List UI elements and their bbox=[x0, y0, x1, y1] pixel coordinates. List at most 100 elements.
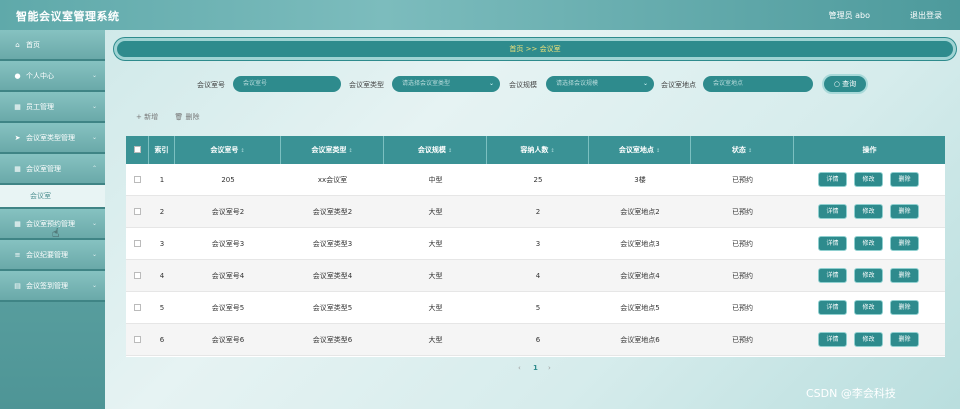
search-button[interactable]: ○ 查询 bbox=[822, 74, 868, 94]
details-button[interactable]: 详情 bbox=[818, 236, 847, 251]
edit-button[interactable]: 修改 bbox=[854, 332, 883, 347]
search-icon: ○ bbox=[833, 80, 840, 88]
table-row: 4 会议室号4 会议室类型4 大型 4 会议室地点4 已预约 详情 修改 删除 bbox=[126, 260, 945, 292]
table-cell: 会议室类型3 bbox=[312, 240, 353, 248]
next-page-button[interactable]: › bbox=[548, 364, 551, 372]
sidebar-item-minutes[interactable]: ≡ 会议纪要管理 ⌄ bbox=[0, 240, 105, 271]
row-checkbox[interactable] bbox=[134, 272, 141, 279]
scale-select[interactable]: 请选择会议规模 ⌄ bbox=[546, 76, 654, 92]
header-index: 索引 bbox=[149, 136, 175, 164]
user-icon: ● bbox=[14, 71, 21, 80]
table-cell: 2 bbox=[535, 208, 541, 216]
prev-page-button[interactable]: ‹ bbox=[518, 364, 521, 372]
data-table: 索引 会议室号 ↕ 会议室类型 ↕ 会议规模 ↕ 容纳人数 ↕ 会议室地点 ↕ 状态 ↕ 操… bbox=[126, 136, 945, 357]
details-button[interactable]: 详情 bbox=[818, 300, 847, 315]
header-room-type[interactable]: 会议室类型 ↕ bbox=[281, 136, 384, 164]
sort-icon: ↕ bbox=[240, 148, 245, 154]
search-label-scale: 会议规模 bbox=[509, 81, 537, 89]
page-1-button[interactable]: 1 bbox=[533, 364, 538, 372]
table-cell: 会议室地点2 bbox=[620, 208, 660, 216]
watermark: CSDN @李会科技 bbox=[806, 387, 896, 400]
row-select-cell bbox=[126, 228, 149, 260]
sidebar-subitem-room[interactable]: 会议室 bbox=[0, 185, 105, 209]
sidebar-item-checkin[interactable]: ▤ 会议签到管理 ⌄ bbox=[0, 271, 105, 302]
header-room-no[interactable]: 会议室号 ↕ bbox=[175, 136, 281, 164]
row-checkbox[interactable] bbox=[134, 208, 141, 215]
row-checkbox[interactable] bbox=[134, 304, 141, 311]
grid-icon: ▦ bbox=[14, 102, 21, 111]
grid-icon: ▦ bbox=[14, 219, 21, 228]
header-scale[interactable]: 会议规模 ↕ bbox=[384, 136, 487, 164]
table-cell: 已预约 bbox=[732, 272, 753, 280]
edit-button[interactable]: 修改 bbox=[854, 204, 883, 219]
table-cell: 25 bbox=[533, 176, 543, 184]
location-input[interactable]: 会议室地点 bbox=[703, 76, 813, 92]
app-title: 智能会议室管理系统 bbox=[16, 10, 120, 23]
edit-button[interactable]: 修改 bbox=[854, 300, 883, 315]
details-button[interactable]: 详情 bbox=[818, 172, 847, 187]
header-label: 会议室号 bbox=[210, 146, 239, 154]
edit-button[interactable]: 修改 bbox=[854, 268, 883, 283]
breadcrumb: 首页 >> 会议室 bbox=[114, 38, 956, 60]
table-cell: 会议室号5 bbox=[211, 304, 245, 312]
room-type-select[interactable]: 请选择会议室类型 ⌄ bbox=[392, 76, 500, 92]
sidebar-item-profile[interactable]: ● 个人中心 ⌄ bbox=[0, 61, 105, 92]
table-cell: 会议室号4 bbox=[211, 272, 245, 280]
delete-row-button[interactable]: 删除 bbox=[890, 204, 919, 219]
logout-link[interactable]: 退出登录 bbox=[910, 10, 942, 21]
table-cell: 6 bbox=[159, 336, 165, 344]
table-cell: 4 bbox=[535, 272, 541, 280]
delete-row-button[interactable]: 删除 bbox=[890, 300, 919, 315]
table-cell: 会议室地点4 bbox=[620, 272, 660, 280]
sidebar: ⌂ 首页 ● 个人中心 ⌄ ▦ 员工管理 ⌄ ➤ 会议室类型管理 ⌄ ▦ 会议室管理 ⌃ 会议室 … bbox=[0, 30, 105, 409]
table-cell: 1 bbox=[159, 176, 165, 184]
row-checkbox[interactable] bbox=[134, 240, 141, 247]
select-all-cell bbox=[126, 136, 149, 164]
chevron-down-icon: ⌄ bbox=[91, 134, 97, 141]
search-label-room-type: 会议室类型 bbox=[349, 81, 384, 89]
table-cell: xx会议室 bbox=[317, 176, 348, 184]
table-row: 5 会议室号5 会议室类型5 大型 5 会议室地点5 已预约 详情 修改 删除 bbox=[126, 292, 945, 324]
sidebar-item-staff[interactable]: ▦ 员工管理 ⌄ bbox=[0, 92, 105, 123]
header-status[interactable]: 状态 ↕ bbox=[691, 136, 794, 164]
sidebar-item-label: 员工管理 bbox=[26, 102, 54, 111]
details-button[interactable]: 详情 bbox=[818, 204, 847, 219]
details-button[interactable]: 详情 bbox=[818, 332, 847, 347]
chevron-down-icon: ⌄ bbox=[91, 72, 97, 79]
delete-row-button[interactable]: 删除 bbox=[890, 332, 919, 347]
hand-cursor-icon: ☝ bbox=[52, 226, 60, 240]
table-row: 6 会议室号6 会议室类型6 大型 6 会议室地点6 已预约 详情 修改 删除 bbox=[126, 324, 945, 356]
table-cell: 大型 bbox=[428, 336, 443, 344]
table-cell: 已预约 bbox=[732, 208, 753, 216]
sort-icon: ↕ bbox=[550, 148, 555, 154]
sidebar-item-label: 个人中心 bbox=[26, 71, 54, 80]
add-button[interactable]: + 新增 bbox=[136, 113, 158, 121]
sidebar-item-label: 会议纪要管理 bbox=[26, 250, 68, 259]
header-location[interactable]: 会议室地点 ↕ bbox=[589, 136, 691, 164]
delete-button[interactable]: 🗑 删除 bbox=[174, 113, 199, 121]
sidebar-item-label: 会议室预约管理 bbox=[26, 219, 75, 228]
row-checkbox[interactable] bbox=[134, 176, 141, 183]
details-button[interactable]: 详情 bbox=[818, 268, 847, 283]
room-no-input[interactable]: 会议室号 bbox=[233, 76, 341, 92]
table-cell: 会议室号6 bbox=[211, 336, 245, 344]
search-label-room-no: 会议室号 bbox=[197, 81, 225, 89]
table-cell: 会议室类型5 bbox=[312, 304, 353, 312]
edit-button[interactable]: 修改 bbox=[854, 172, 883, 187]
search-button-label: 查询 bbox=[842, 80, 857, 88]
sidebar-item-room-types[interactable]: ➤ 会议室类型管理 ⌄ bbox=[0, 123, 105, 154]
row-checkbox[interactable] bbox=[134, 336, 141, 343]
sidebar-item-home[interactable]: ⌂ 首页 bbox=[0, 30, 105, 61]
delete-row-button[interactable]: 删除 bbox=[890, 172, 919, 187]
table-cell: 3楼 bbox=[634, 176, 646, 184]
sidebar-item-rooms[interactable]: ▦ 会议室管理 ⌃ bbox=[0, 154, 105, 185]
table-cell: 3 bbox=[159, 240, 165, 248]
delete-row-button[interactable]: 删除 bbox=[890, 236, 919, 251]
sidebar-item-label: 会议签到管理 bbox=[26, 281, 68, 290]
header-capacity[interactable]: 容纳人数 ↕ bbox=[487, 136, 589, 164]
select-all-checkbox[interactable] bbox=[134, 146, 141, 153]
delete-row-button[interactable]: 删除 bbox=[890, 268, 919, 283]
table-row: 2 会议室号2 会议室类型2 大型 2 会议室地点2 已预约 详情 修改 删除 bbox=[126, 196, 945, 228]
edit-button[interactable]: 修改 bbox=[854, 236, 883, 251]
chevron-up-icon: ⌃ bbox=[91, 165, 97, 172]
